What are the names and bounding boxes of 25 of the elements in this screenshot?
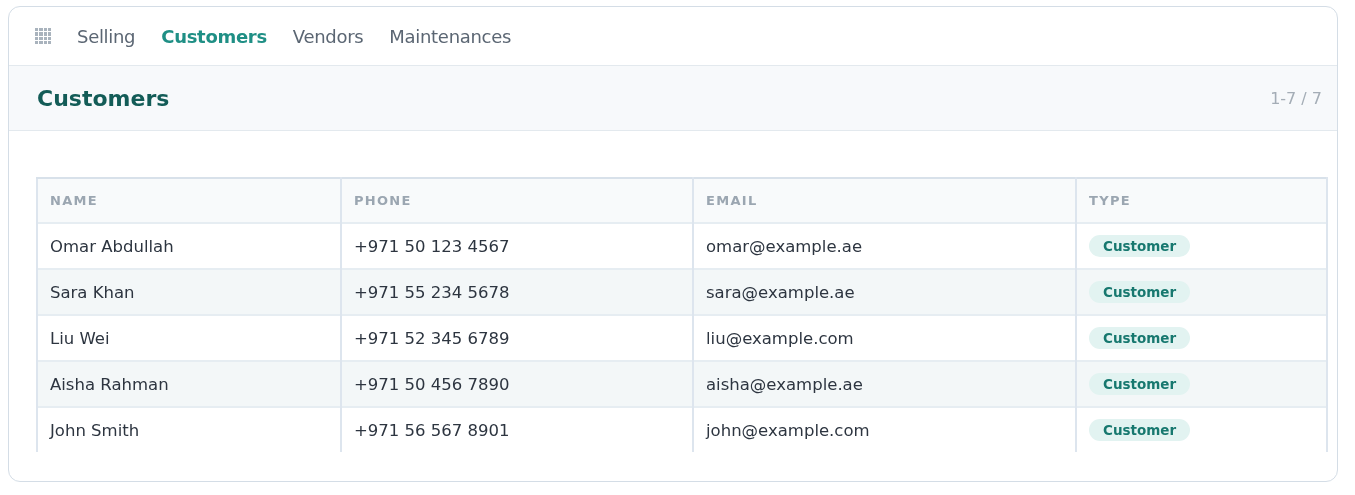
nav-tab[interactable]: Vendors (292, 25, 364, 47)
table-cell: +971 50 456 7890 (341, 361, 693, 407)
page-title: Customers (37, 85, 170, 111)
type-tag: Customer (1089, 281, 1191, 303)
type-tag: Customer (1089, 373, 1191, 395)
table-cell: Aisha Rahman (37, 361, 341, 407)
column-header[interactable]: EMAIL (693, 178, 1076, 223)
apps-grid-icon[interactable] (35, 28, 51, 44)
type-tag: Customer (1089, 419, 1191, 441)
type-tag: Customer (1089, 327, 1191, 349)
table-cell: +971 55 234 5678 (341, 269, 693, 315)
nav-tab[interactable]: Selling (77, 25, 136, 47)
nav-tab[interactable]: Customers (161, 25, 267, 47)
table-cell: sara@example.ae (693, 269, 1076, 315)
table-cell: Sara Khan (37, 269, 341, 315)
column-header[interactable]: TYPE (1076, 178, 1327, 223)
table-cell: john@example.com (693, 407, 1076, 452)
column-header[interactable]: PHONE (341, 178, 693, 223)
nav-tab[interactable]: Maintenances (389, 25, 512, 47)
type-tag: Customer (1089, 235, 1191, 257)
column-header[interactable]: NAME (37, 178, 341, 223)
table-cell: John Smith (37, 407, 341, 452)
table-cell: +971 56 567 8901 (341, 407, 693, 452)
table-cell: aisha@example.ae (693, 361, 1076, 407)
pager-count: 1-7 / 7 (1270, 88, 1322, 108)
